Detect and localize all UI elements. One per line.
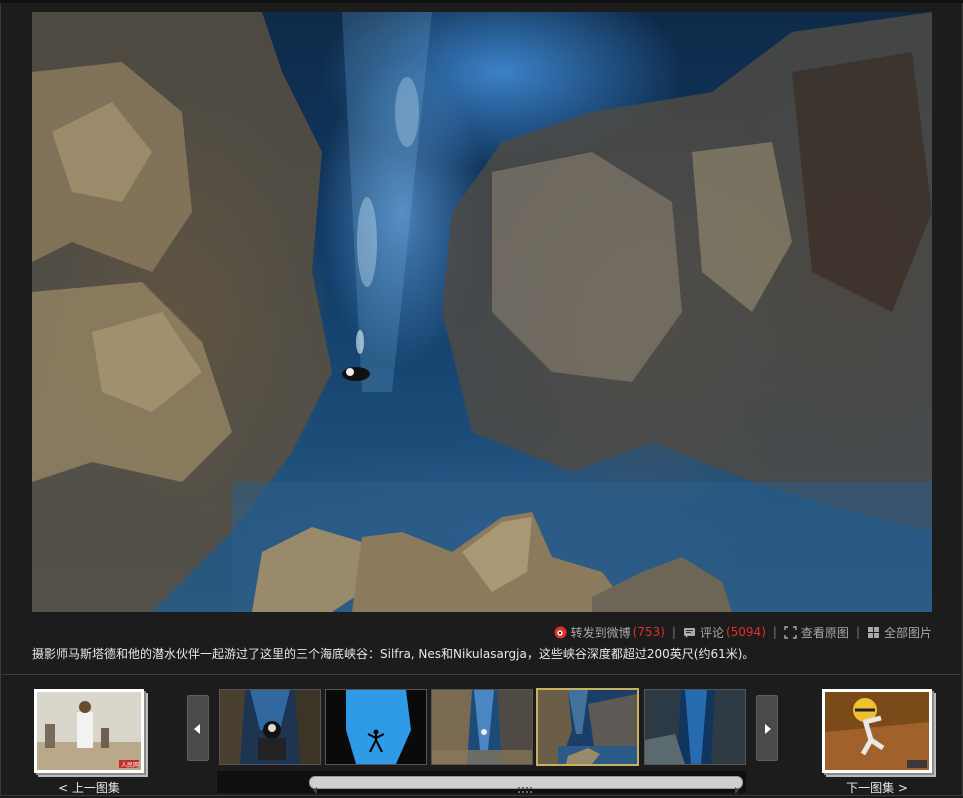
forward-weibo-label: 转发到微博 (570, 625, 631, 640)
view-original-label: 查看原图 (800, 625, 849, 640)
weibo-icon (554, 626, 567, 639)
expand-icon (784, 625, 797, 639)
thumb-scroll-left-button[interactable] (187, 695, 209, 761)
all-pictures-link[interactable]: 全部图片 (867, 624, 932, 641)
photo-caption: 摄影师马斯塔德和他的潜水伙伴一起游过了这里的三个海底峡谷：Silfra, Nes… (32, 647, 755, 661)
scroll-right-icon (734, 779, 739, 798)
thumbnail-2[interactable] (325, 689, 427, 765)
main-photo[interactable] (32, 12, 932, 612)
scroll-left-icon (313, 779, 318, 798)
next-album-thumbnail[interactable] (822, 689, 932, 773)
thumbnail-1[interactable] (219, 689, 321, 765)
thumbnail-3[interactable] (431, 689, 533, 765)
next-album[interactable]: 下一图集 > (822, 689, 932, 796)
thumbnail-5[interactable] (644, 689, 746, 765)
arrow-left-icon (194, 719, 202, 738)
comments-count: (5094) (725, 625, 766, 639)
forward-weibo-count: (753) (632, 625, 665, 639)
prev-album[interactable]: 人民网 < 上一图集 (34, 689, 144, 796)
underwater-canyon-illustration (32, 12, 932, 612)
grip-icon (518, 779, 534, 798)
forward-weibo-link[interactable]: 转发到微博 (753) (554, 624, 665, 641)
photo-actions: 转发到微博 (753) | 评论 (5094) | 查看原图 | 全部图片 (554, 623, 932, 641)
section-divider (2, 674, 961, 675)
scrollbar-thumb[interactable] (309, 776, 743, 794)
comments-label: 评论 (699, 625, 724, 640)
prev-album-label[interactable]: < 上一图集 (34, 779, 144, 796)
all-pictures-label: 全部图片 (883, 625, 932, 640)
thumbnail-4-selected[interactable] (536, 688, 639, 766)
separator: | (772, 625, 777, 639)
comments-link[interactable]: 评论 (5094) (683, 624, 766, 641)
prev-album-badge: 人民网 (121, 762, 139, 769)
next-album-label[interactable]: 下一图集 > (822, 779, 932, 796)
arrow-right-icon (763, 719, 771, 738)
comment-icon (683, 626, 696, 639)
separator: | (671, 625, 676, 639)
view-original-link[interactable]: 查看原图 (784, 624, 849, 641)
top-border (0, 0, 963, 3)
separator: | (855, 625, 860, 639)
prev-album-thumbnail[interactable]: 人民网 (34, 689, 144, 773)
thumb-scroll-right-button[interactable] (756, 695, 778, 761)
thumbnail-scrollbar[interactable] (217, 771, 746, 794)
grid-icon (867, 626, 880, 639)
